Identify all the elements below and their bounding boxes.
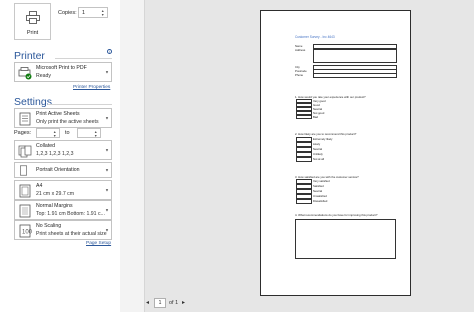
copies-input[interactable]: 1 ▲ ▼ bbox=[78, 7, 108, 18]
question-2: 2. How likely are you to recommend this … bbox=[295, 132, 357, 136]
sheets-icon bbox=[19, 112, 31, 126]
question-4: 4. What recommendations do you have for … bbox=[295, 213, 378, 217]
margins-label: Normal Margins bbox=[36, 203, 73, 209]
page-preview: Customer Survey - Inc 4643 Name Address … bbox=[260, 10, 411, 296]
collation-select[interactable]: Collated 1,2,3 1,2,3 1,2,3 ▼ bbox=[14, 140, 112, 160]
copies-label: Copies: bbox=[58, 10, 77, 16]
printer-select[interactable]: Microsoft Print to PDF Ready ▼ bbox=[14, 62, 112, 82]
print-what-select[interactable]: Print Active Sheets Only print the activ… bbox=[14, 108, 112, 128]
settings-heading: Settings bbox=[14, 96, 52, 108]
option-label: Dissatisfied bbox=[313, 199, 328, 203]
page-setup-link[interactable]: Page Setup bbox=[86, 241, 111, 246]
svg-text:100: 100 bbox=[22, 230, 32, 236]
option-label: Not at all bbox=[313, 157, 325, 161]
printer-status: Ready bbox=[36, 73, 51, 79]
info-icon[interactable]: i bbox=[107, 49, 112, 54]
next-page-icon[interactable]: ▸ bbox=[182, 299, 185, 306]
pages-from-input[interactable]: ▲ ▼ bbox=[36, 128, 60, 138]
survey-title: Customer Survey - Inc 4643 bbox=[295, 35, 335, 39]
printer-properties-link[interactable]: Printer Properties bbox=[73, 85, 110, 90]
margins-select[interactable]: Normal Margins Top: 1.91 cm Bottom: 1.91… bbox=[14, 200, 112, 220]
checkbox bbox=[296, 115, 312, 119]
collate-icon bbox=[18, 145, 32, 158]
printer-icon bbox=[26, 11, 40, 24]
print-button-label: Print bbox=[26, 30, 39, 36]
print-what-description: Only print the active sheets bbox=[36, 119, 99, 125]
paper-size-dimensions: 21 cm x 29.7 cm bbox=[36, 191, 75, 197]
answer-box bbox=[295, 219, 396, 259]
chevron-down-icon[interactable]: ▼ bbox=[53, 134, 58, 138]
option-label: Unlikely bbox=[313, 152, 323, 156]
dropdown-arrow-icon: ▼ bbox=[105, 147, 109, 153]
paper-size-label: A4 bbox=[36, 183, 43, 189]
option-label: Very satisfied bbox=[313, 179, 330, 183]
chevron-down-icon[interactable]: ▼ bbox=[101, 13, 106, 17]
margins-description: Top: 1.91 cm Bottom: 1.91 c... bbox=[36, 211, 105, 217]
pages-to-input[interactable]: ▲ ▼ bbox=[77, 128, 101, 138]
collation-label: Collated bbox=[36, 143, 56, 149]
page-count-label: of 1 bbox=[169, 300, 179, 306]
option-label: Neutral bbox=[313, 147, 323, 151]
dropdown-arrow-icon: ▼ bbox=[105, 187, 109, 193]
dropdown-arrow-icon: ▼ bbox=[105, 227, 109, 233]
checkbox bbox=[296, 199, 312, 204]
dropdown-arrow-icon: ▼ bbox=[105, 207, 109, 213]
margins-icon bbox=[19, 204, 31, 218]
pages-to-label: to bbox=[65, 130, 70, 136]
field-box-address bbox=[313, 49, 397, 63]
page-number-input[interactable]: 1 bbox=[154, 298, 166, 308]
dropdown-arrow-icon: ▼ bbox=[105, 115, 109, 121]
printer-divider bbox=[55, 58, 112, 59]
option-label: Satisfied bbox=[313, 184, 324, 188]
orientation-label: Portrait Orientation bbox=[36, 167, 80, 173]
print-what-label: Print Active Sheets bbox=[36, 111, 80, 117]
current-page-value: 1 bbox=[158, 300, 162, 306]
field-label-address: Address bbox=[295, 48, 306, 52]
printer-name: Microsoft Print to PDF bbox=[36, 65, 87, 71]
option-label: Extremely likely bbox=[313, 137, 333, 141]
option-label: Neutral bbox=[313, 189, 323, 193]
panel-separator bbox=[120, 0, 145, 312]
settings-divider bbox=[48, 104, 112, 105]
copies-value: 1 bbox=[82, 10, 86, 16]
collation-description: 1,2,3 1,2,3 1,2,3 bbox=[36, 151, 74, 157]
previous-page-icon[interactable]: ◂ bbox=[146, 299, 149, 306]
pages-label: Pages: bbox=[14, 130, 32, 136]
scaling-description: Print sheets at their actual size bbox=[36, 231, 107, 237]
checkbox bbox=[296, 157, 312, 162]
print-button[interactable]: Print bbox=[14, 3, 51, 40]
dropdown-arrow-icon: ▼ bbox=[105, 69, 109, 75]
paper-size-select[interactable]: A4 21 cm x 29.7 cm ▼ bbox=[14, 180, 112, 200]
option-label: Likely bbox=[313, 142, 321, 146]
orientation-select[interactable]: Portrait Orientation ▼ bbox=[14, 162, 112, 178]
portrait-page-icon bbox=[20, 165, 27, 176]
scaling-select[interactable]: 100 No Scaling Print sheets at their act… bbox=[14, 220, 112, 240]
paper-size-icon bbox=[19, 184, 31, 198]
field-label-phone: Phone bbox=[295, 73, 304, 77]
chevron-down-icon[interactable]: ▼ bbox=[94, 134, 99, 138]
scaling-label: No Scaling bbox=[36, 223, 62, 229]
pdf-printer-icon bbox=[18, 67, 32, 80]
option-label: Bad bbox=[313, 114, 318, 119]
option-label: Unsatisfied bbox=[313, 194, 327, 198]
field-box-phone bbox=[313, 73, 397, 78]
scaling-icon: 100 bbox=[19, 224, 32, 238]
dropdown-arrow-icon: ▼ bbox=[105, 167, 109, 173]
print-settings-panel: Print Copies: 1 ▲ ▼ Printer i Microsoft … bbox=[0, 0, 120, 312]
printer-heading: Printer bbox=[14, 50, 45, 62]
